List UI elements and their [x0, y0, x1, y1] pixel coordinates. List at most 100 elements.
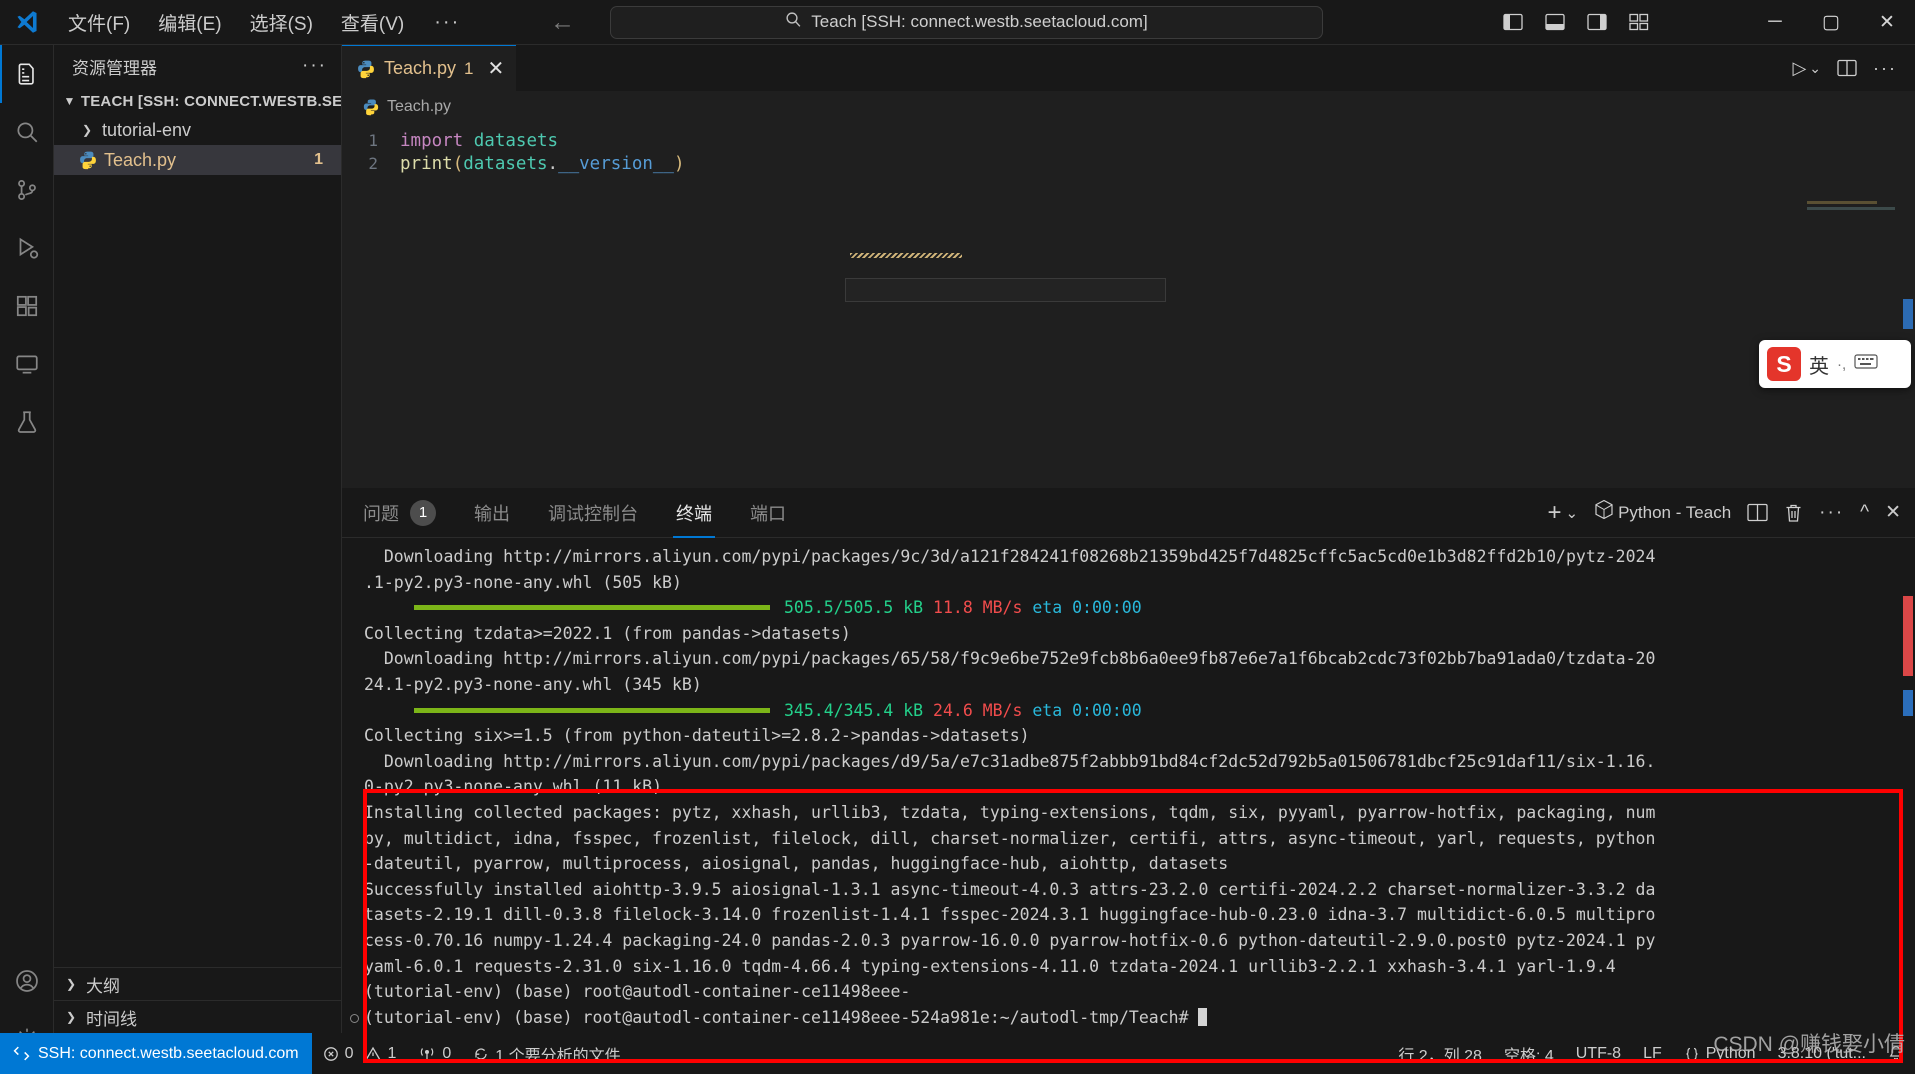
command-center[interactable]: Teach [SSH: connect.westb.seetacloud.com… — [610, 5, 1323, 39]
command-center-text: Teach [SSH: connect.westb.seetacloud.com… — [811, 12, 1148, 31]
menu-selection[interactable]: 选择(S) — [236, 5, 327, 40]
toggle-primary-sidebar-icon[interactable] — [1500, 9, 1526, 35]
terminal-line: Collecting six>=1.5 (from python-dateuti… — [364, 726, 1030, 746]
title-bar: 文件(F) 编辑(E) 选择(S) 查看(V) ··· ← → Teach [S… — [0, 0, 1915, 45]
customize-layout-icon[interactable] — [1626, 9, 1652, 35]
python-file-icon — [356, 59, 376, 79]
line-content: import datasets — [400, 131, 558, 151]
tab-teach-py[interactable]: Teach.py 1 ✕ — [342, 45, 517, 91]
new-terminal-button[interactable]: + ⌄ — [1547, 499, 1578, 527]
toggle-secondary-sidebar-icon[interactable] — [1584, 9, 1610, 35]
editor-group: Teach.py 1 ✕ ▷ ⌄ ··· Teach.py 1 import d… — [342, 45, 1915, 488]
menu-edit[interactable]: 编辑(E) — [144, 5, 235, 40]
menu-more-icon[interactable]: ··· — [418, 11, 476, 34]
cursor-position[interactable]: 行 2，列 28 — [1387, 1033, 1493, 1074]
terminal-line: Installing collected packages: pytz, xxh… — [364, 802, 1656, 822]
back-arrow-icon[interactable]: ← — [550, 8, 575, 37]
tree-item-tutorial-env[interactable]: ❯ tutorial-env — [54, 115, 341, 145]
warning-squiggle — [850, 253, 962, 258]
analyze-status[interactable]: 1 个要分析的文件 — [462, 1033, 631, 1074]
activity-testing[interactable] — [0, 393, 54, 451]
watermark: CSDN @赚钱娶小倩 — [1713, 1033, 1905, 1056]
layout-controls — [1500, 9, 1652, 35]
code-editor[interactable]: 1 import datasets 2 print(datasets.__ver… — [342, 123, 1915, 488]
ime-mode-label[interactable]: 英 — [1809, 350, 1829, 379]
panel-more-actions-icon[interactable]: ··· — [1819, 502, 1844, 524]
breadcrumb-file[interactable]: Teach.py — [387, 98, 451, 116]
activity-bar — [0, 45, 54, 1074]
activity-run-debug[interactable] — [0, 219, 54, 277]
tab-debug-console[interactable]: 调试控制台 — [531, 488, 655, 538]
tree-item-teach-py[interactable]: Teach.py 1 — [54, 145, 341, 175]
editor-scrollbar-thumb[interactable] — [1903, 299, 1913, 329]
tab-terminal[interactable]: 终端 — [659, 488, 729, 538]
workspace-root-label: TEACH [SSH: CONNECT.WESTB.SEETAC... — [80, 92, 341, 110]
sidebar-more-icon[interactable]: ··· — [302, 55, 327, 77]
terminal-progress-row: 345.4/345.4 kB 24.6 MB/s eta 0:00:00 — [342, 698, 1915, 724]
explorer-sidebar: 资源管理器 ··· ▼ TEACH [SSH: CONNECT.WESTB.SE… — [54, 45, 342, 1033]
prompt-text: (tutorial-env) (base) root@autodl-contai… — [364, 1007, 1199, 1027]
workspace-root-row[interactable]: ▼ TEACH [SSH: CONNECT.WESTB.SEETAC... — [54, 87, 341, 115]
split-terminal-button[interactable] — [1747, 503, 1768, 522]
eol-setting[interactable]: LF — [1632, 1033, 1673, 1074]
maximize-panel-icon[interactable]: ^ — [1860, 502, 1869, 524]
kill-terminal-button[interactable] — [1784, 503, 1803, 523]
split-terminal-icon — [1747, 503, 1768, 522]
ime-punctuation-icon[interactable]: ·, — [1837, 356, 1846, 373]
error-count: 0 — [344, 1044, 354, 1062]
tree-item-label: tutorial-env — [102, 119, 192, 140]
close-button[interactable]: ✕ — [1859, 0, 1915, 45]
sidebar-section-timeline[interactable]: ❯ 时间线 — [54, 1000, 342, 1033]
minimap-line — [1807, 207, 1895, 210]
split-editor-button[interactable] — [1837, 59, 1857, 77]
problems-status[interactable]: 0 1 — [312, 1033, 408, 1074]
indentation-setting[interactable]: 空格: 4 — [1493, 1033, 1565, 1074]
toggle-panel-icon[interactable] — [1542, 9, 1568, 35]
run-python-file-button[interactable]: ▷ ⌄ — [1792, 58, 1821, 79]
chevron-down-icon[interactable]: ⌄ — [1809, 60, 1821, 77]
minimize-button[interactable]: ─ — [1747, 0, 1803, 45]
progress-size: 505.5/505.5 kB — [784, 598, 924, 618]
terminal-scrollbar-thumb[interactable] — [1903, 690, 1913, 716]
close-panel-icon[interactable]: ✕ — [1885, 501, 1901, 524]
sogou-logo-icon: S — [1767, 347, 1801, 381]
terminal-scrollbar-marker[interactable] — [1903, 596, 1913, 676]
keyboard-icon[interactable] — [1854, 352, 1878, 376]
encoding-setting[interactable]: UTF-8 — [1565, 1033, 1632, 1074]
menu-file[interactable]: 文件(F) — [54, 5, 144, 40]
tab-problems[interactable]: 问题 1 — [346, 488, 453, 538]
tab-output[interactable]: 输出 — [457, 488, 527, 538]
activity-explorer[interactable] — [0, 45, 54, 103]
minimap[interactable] — [1807, 201, 1903, 261]
activity-source-control[interactable] — [0, 161, 54, 219]
activity-remote-explorer[interactable] — [0, 335, 54, 393]
section-label: 大纲 — [86, 976, 120, 996]
active-terminal-entry[interactable]: Python - Teach — [1594, 499, 1731, 526]
panel-tab-label: 问题 — [363, 503, 399, 524]
terminal-output[interactable]: Downloading http://mirrors.aliyun.com/py… — [342, 538, 1915, 1033]
tab-problem-badge: 1 — [464, 58, 474, 78]
trash-icon — [1786, 504, 1801, 522]
terminal-line: 24.1-py2.py3-none-any.whl (345 kB) — [364, 674, 702, 694]
sidebar-header: 资源管理器 ··· — [54, 45, 341, 87]
chevron-down-icon[interactable]: ⌄ — [1566, 504, 1579, 522]
menu-view[interactable]: 查看(V) — [327, 5, 418, 40]
remote-indicator[interactable]: SSH: connect.westb.seetacloud.com — [0, 1033, 312, 1074]
activity-search[interactable] — [0, 103, 54, 161]
chevron-right-icon: ❯ — [65, 977, 77, 991]
terminal-line: Downloading http://mirrors.aliyun.com/py… — [364, 547, 1656, 566]
token-function: print — [400, 153, 453, 174]
tab-label: Teach.py — [384, 58, 457, 78]
ports-status[interactable]: 0 — [407, 1033, 462, 1074]
editor-more-actions-icon[interactable]: ··· — [1873, 58, 1897, 79]
tree-item-label: Teach.py — [104, 149, 177, 170]
token-dot: . — [547, 153, 559, 174]
panel-tab-label: 调试控制台 — [548, 503, 638, 524]
activity-accounts[interactable] — [0, 952, 54, 1010]
activity-extensions[interactable] — [0, 277, 54, 335]
sidebar-section-outline[interactable]: ❯ 大纲 — [54, 967, 342, 1000]
maximize-button[interactable]: ▢ — [1803, 0, 1859, 45]
ime-floating-toolbar[interactable]: S 英 ·, — [1759, 340, 1911, 388]
tab-ports[interactable]: 端口 — [733, 488, 803, 538]
tab-close-icon[interactable]: ✕ — [488, 59, 505, 79]
